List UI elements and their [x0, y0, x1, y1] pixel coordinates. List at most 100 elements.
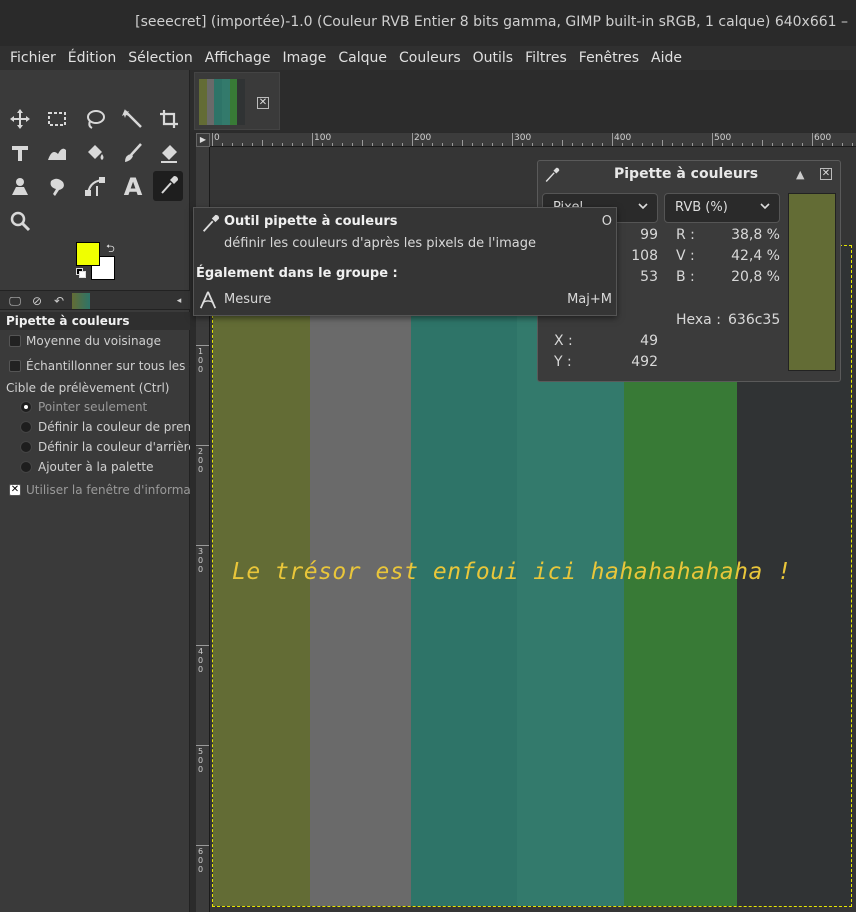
text-tool[interactable]: A: [118, 172, 148, 202]
menu-fichier[interactable]: Fichier: [4, 46, 62, 70]
tool-options-panel: Pipette à couleurs: [0, 312, 190, 330]
target-set-background-radio[interactable]: [20, 441, 32, 453]
menu-selection[interactable]: Sélection: [122, 46, 199, 70]
menu-outils[interactable]: Outils: [467, 46, 519, 70]
target-add-palette-radio[interactable]: [20, 461, 32, 473]
tool-tooltip: Outil pipette à couleurs O définir les c…: [193, 207, 617, 316]
use-info-window-checkbox[interactable]: ✕: [9, 484, 21, 496]
raise-window-icon[interactable]: ▲: [796, 168, 804, 181]
menu-couleurs[interactable]: Couleurs: [393, 46, 467, 70]
image-tab-seeecret[interactable]: ✕: [194, 72, 280, 130]
device-status-tab-icon[interactable]: ⊘: [28, 293, 46, 309]
ruler-label: 600: [198, 847, 204, 874]
ruler-label: 500: [714, 133, 732, 143]
move-tool[interactable]: [5, 104, 35, 134]
ruler-minor-tick: [372, 143, 373, 146]
warp-icon: [48, 148, 66, 160]
dock-menu-icon[interactable]: ◂: [170, 293, 188, 309]
ruler-minor-tick: [742, 143, 743, 146]
sample-average-checkbox[interactable]: [9, 335, 21, 347]
pixel-b-value: 53: [640, 269, 658, 285]
paths-tool[interactable]: [80, 172, 110, 202]
target-pick-only[interactable]: Pointer seulement: [0, 398, 190, 418]
bucket-fill-tool[interactable]: [80, 138, 110, 168]
target-pick-only-radio[interactable]: [20, 401, 32, 413]
transform-tool[interactable]: [5, 138, 35, 168]
target-add-palette[interactable]: Ajouter à la palette: [0, 458, 190, 478]
menu-calque[interactable]: Calque: [332, 46, 393, 70]
sample-merged-checkbox[interactable]: [9, 360, 21, 372]
menu-affichage[interactable]: Affichage: [199, 46, 277, 70]
target-set-foreground[interactable]: Définir la couleur de premie: [0, 418, 190, 438]
bucket-fill-icon: [88, 145, 104, 160]
tooltip-shortcut: O: [601, 214, 612, 229]
ruler-tick: [612, 133, 613, 146]
crop-tool[interactable]: [154, 104, 184, 134]
pixel-r-value: 99: [640, 227, 658, 243]
ruler-minor-tick: [602, 143, 603, 146]
undo-history-tab-icon[interactable]: ↶: [50, 293, 68, 309]
images-tab-icon[interactable]: [72, 293, 90, 309]
title-bar: [seeecret] (importée)-1.0 (Couleur RVB E…: [0, 0, 856, 46]
ruler-minor-tick: [792, 143, 793, 146]
reset-colors-icon[interactable]: [76, 268, 86, 278]
ruler-minor-tick: [532, 143, 533, 146]
tool-options-tab-icon[interactable]: 🖵: [6, 293, 24, 309]
x-label: X :: [554, 333, 573, 349]
menu-edition[interactable]: Édition: [62, 46, 122, 70]
ruler-minor-tick: [242, 143, 243, 146]
ruler-minor-tick: [252, 143, 253, 146]
ruler-corner-button[interactable]: ▶: [196, 133, 210, 147]
sample-average-option[interactable]: Moyenne du voisinage: [0, 332, 190, 352]
smudge-tool[interactable]: [42, 172, 72, 202]
ruler-tick: [196, 645, 209, 646]
color-picker-tool[interactable]: [153, 171, 183, 201]
rect-select-icon: [48, 112, 66, 126]
close-icon[interactable]: ✕: [820, 168, 832, 180]
target-set-foreground-radio[interactable]: [20, 421, 32, 433]
warp-tool[interactable]: [42, 138, 72, 168]
ruler-minor-tick: [422, 143, 423, 146]
chevron-down-icon: [760, 203, 770, 210]
text-icon: A: [123, 173, 143, 201]
ruler-label: 0: [214, 133, 220, 143]
ruler-minor-tick: [672, 143, 673, 146]
pixel-v-value: 108: [631, 248, 658, 264]
ruler-tick: [412, 133, 413, 146]
menu-filtres[interactable]: Filtres: [519, 46, 573, 70]
ruler-minor-tick: [702, 143, 703, 146]
fuzzy-select-icon: [122, 109, 142, 128]
ruler-label: 400: [198, 647, 204, 674]
paintbrush-tool[interactable]: [118, 138, 148, 168]
right-mode-select[interactable]: RVB (%): [664, 193, 780, 223]
ruler-tick: [512, 133, 513, 146]
target-set-foreground-label: Définir la couleur de premie: [38, 420, 190, 434]
ruler-minor-tick: [622, 143, 623, 146]
clone-tool[interactable]: [5, 172, 35, 202]
target-set-background[interactable]: Définir la couleur d'arrière-p: [0, 438, 190, 458]
close-tab-icon[interactable]: ✕: [257, 97, 269, 109]
ruler-minor-tick: [502, 143, 503, 146]
menu-image[interactable]: Image: [277, 46, 333, 70]
sample-merged-option[interactable]: Échantillonner sur tous les cal: [0, 357, 190, 377]
horizontal-ruler: 0 100 200 300 400 500 600: [210, 133, 856, 147]
eraser-tool[interactable]: [154, 138, 184, 168]
x-value: 49: [640, 333, 658, 349]
dock-tabs: 🖵 ⊘ ↶ ◂: [0, 290, 190, 310]
ruler-tick: [196, 545, 209, 546]
use-info-window-option[interactable]: ✕ Utiliser la fenêtre d'informatio: [0, 481, 190, 501]
ruler-tick: [196, 445, 209, 446]
fuzzy-select-tool[interactable]: [118, 104, 148, 134]
zoom-tool[interactable]: [5, 206, 35, 236]
lasso-tool[interactable]: [80, 104, 110, 134]
foreground-color[interactable]: [76, 242, 100, 266]
ruler-minor-tick: [262, 140, 263, 146]
move-icon: [10, 109, 30, 129]
ruler-label: 300: [198, 547, 204, 574]
tooltip-group-label: Également dans le groupe :: [196, 266, 398, 281]
rect-select-tool[interactable]: [42, 104, 72, 134]
sample-average-label: Moyenne du voisinage: [26, 334, 161, 348]
menu-fenetres[interactable]: Fenêtres: [573, 46, 645, 70]
target-add-palette-label: Ajouter à la palette: [38, 460, 154, 474]
menu-aide[interactable]: Aide: [645, 46, 688, 70]
